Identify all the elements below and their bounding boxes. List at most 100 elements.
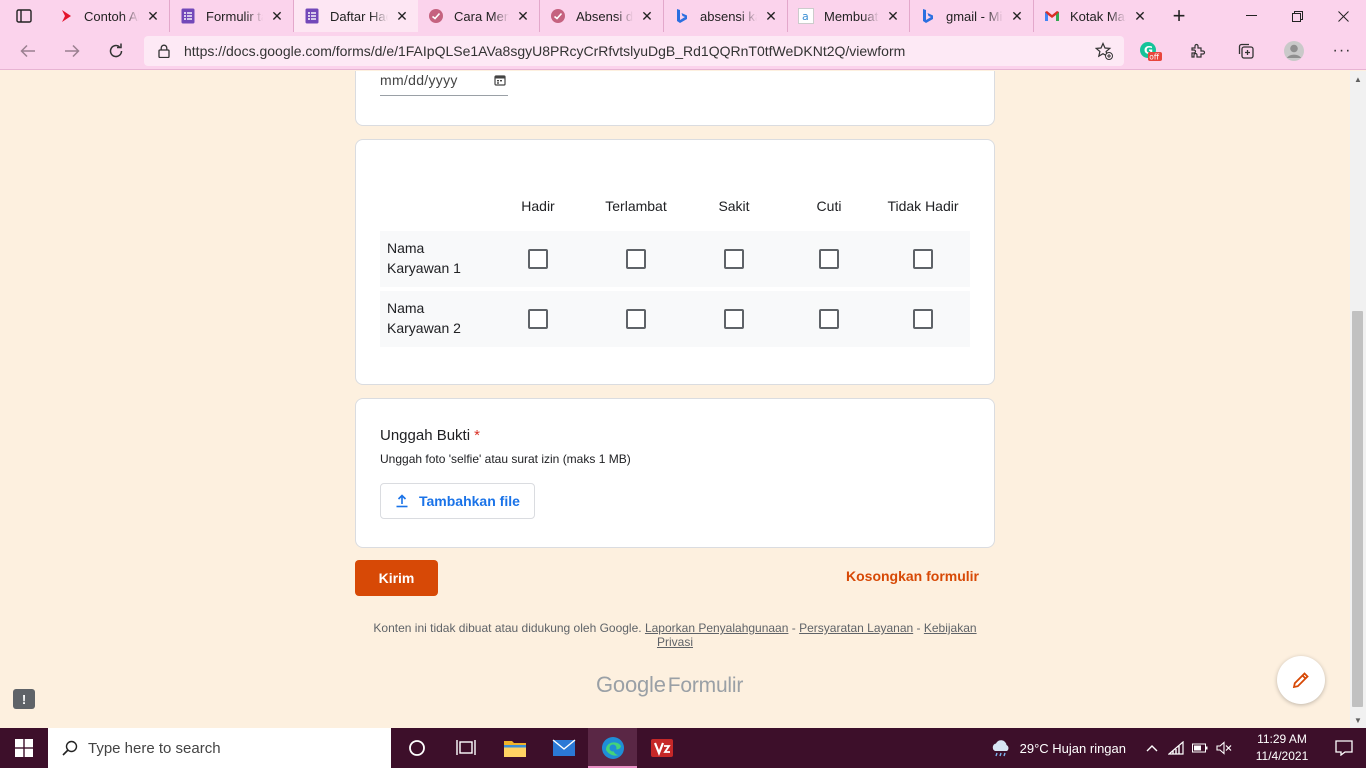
volume-muted-icon[interactable]: [1212, 741, 1236, 755]
checkbox-tidak-hadir[interactable]: [913, 309, 933, 329]
google-forms-logo[interactable]: GoogleFormulir: [596, 672, 743, 698]
start-button[interactable]: [0, 728, 48, 768]
checkbox-cuti[interactable]: [819, 309, 839, 329]
form-footer: Konten ini tidak dibuat atau didukung ol…: [373, 621, 977, 649]
report-abuse-link[interactable]: Laporkan Penyalahgunaan: [645, 621, 788, 635]
restore-button[interactable]: [1274, 0, 1320, 32]
edge-browser-icon[interactable]: [588, 728, 637, 768]
grammarly-extension-icon[interactable]: Goff: [1126, 32, 1174, 70]
checkbox-hadir[interactable]: [528, 309, 548, 329]
window-controls: [1228, 0, 1366, 32]
edit-pencil-button[interactable]: [1277, 656, 1325, 704]
refresh-icon: [109, 43, 123, 57]
refresh-button[interactable]: [94, 32, 138, 70]
browser-tab[interactable]: absensi karyawan ✕: [664, 0, 788, 32]
grid-column-header: Tidak Hadir: [887, 198, 959, 214]
browser-tab[interactable]: Absensi dengan ✕: [540, 0, 664, 32]
tab-close-icon[interactable]: ✕: [394, 8, 410, 24]
footer-disclaimer: Konten ini tidak dibuat atau didukung ol…: [373, 621, 642, 635]
file-explorer-icon[interactable]: [490, 728, 539, 768]
checkbox-cuti[interactable]: [819, 249, 839, 269]
tab-title: Cara Membuat: [454, 8, 509, 24]
tab-actions-button[interactable]: [0, 0, 48, 32]
clock[interactable]: 11:29 AM 11/4/2021: [1242, 731, 1322, 765]
more-options-icon[interactable]: ···: [1318, 32, 1366, 70]
tab-close-icon[interactable]: ✕: [269, 8, 285, 24]
grid-column-header: Terlambat: [605, 198, 667, 214]
grid-row: Nama Karyawan 2: [380, 291, 970, 347]
submit-button[interactable]: Kirim: [355, 560, 438, 596]
add-file-button[interactable]: Tambahkan file: [380, 483, 535, 519]
checkbox-terlambat[interactable]: [626, 249, 646, 269]
url-text[interactable]: https://docs.google.com/forms/d/e/1FAIpQ…: [184, 43, 1084, 59]
extensions-icon[interactable]: [1174, 32, 1222, 70]
search-icon: [62, 740, 78, 756]
battery-icon[interactable]: [1188, 743, 1212, 753]
notification-icon[interactable]: [1322, 740, 1366, 756]
feedback-icon[interactable]: !: [13, 689, 35, 709]
lock-icon[interactable]: [144, 44, 184, 58]
tab-close-icon[interactable]: ✕: [639, 8, 655, 24]
upload-question-title: Unggah Bukti *: [380, 427, 480, 444]
checkbox-hadir[interactable]: [528, 249, 548, 269]
bing-icon: [674, 8, 690, 24]
browser-tab-active[interactable]: Daftar Hadir ✕: [294, 0, 418, 32]
scrollbar-thumb[interactable]: [1352, 311, 1363, 707]
tab-close-icon[interactable]: ✕: [145, 8, 161, 24]
cortana-icon[interactable]: [392, 728, 441, 768]
calendar-icon[interactable]: [494, 74, 506, 86]
add-favorite-icon[interactable]: [1084, 42, 1124, 60]
new-tab-button[interactable]: +: [1162, 0, 1196, 32]
mail-icon[interactable]: [539, 728, 588, 768]
upload-question-card: Unggah Bukti * Unggah foto 'selfie' atau …: [355, 398, 995, 548]
tab-title: Formulir tanpa judul: [206, 8, 263, 24]
profile-avatar-icon[interactable]: [1270, 32, 1318, 70]
tab-close-icon[interactable]: ✕: [885, 8, 901, 24]
collections-icon[interactable]: [1222, 32, 1270, 70]
scroll-up-arrow-icon[interactable]: ▲: [1350, 71, 1366, 87]
browser-tab[interactable]: a Membuat ✕: [788, 0, 910, 32]
google-forms-icon: [304, 8, 320, 24]
chevron-up-icon[interactable]: [1140, 744, 1164, 752]
attendance-grid-card: Hadir Terlambat Sakit Cuti Tidak Hadir N…: [355, 139, 995, 385]
minimize-button[interactable]: [1228, 0, 1274, 32]
svg-text:a: a: [802, 10, 809, 23]
terms-link[interactable]: Persyaratan Layanan: [799, 621, 913, 635]
task-view-icon[interactable]: [441, 728, 490, 768]
date-placeholder: mm/dd/yyyy: [380, 72, 458, 88]
clear-form-button[interactable]: Kosongkan formulir: [846, 568, 979, 584]
browser-tab[interactable]: Cara Membuat ✕: [418, 0, 540, 32]
system-tray: 29°C Hujan ringan 11:29 AM 11/4/2021: [990, 728, 1366, 768]
app-icon[interactable]: [637, 728, 686, 768]
network-icon[interactable]: [1164, 741, 1188, 755]
taskbar-search-box[interactable]: Type here to search: [48, 728, 391, 768]
tab-close-icon[interactable]: ✕: [1009, 8, 1025, 24]
browser-tab[interactable]: Contoh Absensi ✕: [48, 0, 170, 32]
browser-tab[interactable]: Kotak Masuk ✕: [1034, 0, 1156, 32]
site-icon: a: [798, 8, 814, 24]
date-field[interactable]: mm/dd/yyyy: [380, 72, 508, 96]
bing-icon: [920, 8, 936, 24]
weather-widget[interactable]: 29°C Hujan ringan: [990, 739, 1126, 757]
scroll-down-arrow-icon[interactable]: ▼: [1350, 712, 1366, 728]
tab-title: Contoh Absensi: [84, 8, 139, 24]
back-button[interactable]: [6, 32, 50, 70]
grid-column-header: Sakit: [718, 198, 750, 214]
checkbox-terlambat[interactable]: [626, 309, 646, 329]
checkbox-sakit[interactable]: [724, 249, 744, 269]
checkbox-sakit[interactable]: [724, 309, 744, 329]
tab-title: Membuat: [824, 8, 879, 24]
tab-actions-icon: [16, 9, 32, 23]
checkbox-tidak-hadir[interactable]: [913, 249, 933, 269]
tab-close-icon[interactable]: ✕: [763, 8, 779, 24]
pencil-icon: [1292, 672, 1309, 689]
browser-tab[interactable]: gmail - Microsoft ✕: [910, 0, 1034, 32]
page-scrollbar[interactable]: ▲ ▼: [1350, 71, 1366, 728]
close-window-button[interactable]: [1320, 0, 1366, 32]
browser-tab[interactable]: Formulir tanpa judul ✕: [170, 0, 294, 32]
address-bar[interactable]: https://docs.google.com/forms/d/e/1FAIpQ…: [144, 36, 1124, 66]
tab-close-icon[interactable]: ✕: [515, 8, 531, 24]
forward-button[interactable]: [50, 32, 94, 70]
tab-close-icon[interactable]: ✕: [1132, 8, 1148, 24]
site-icon: [428, 8, 444, 24]
